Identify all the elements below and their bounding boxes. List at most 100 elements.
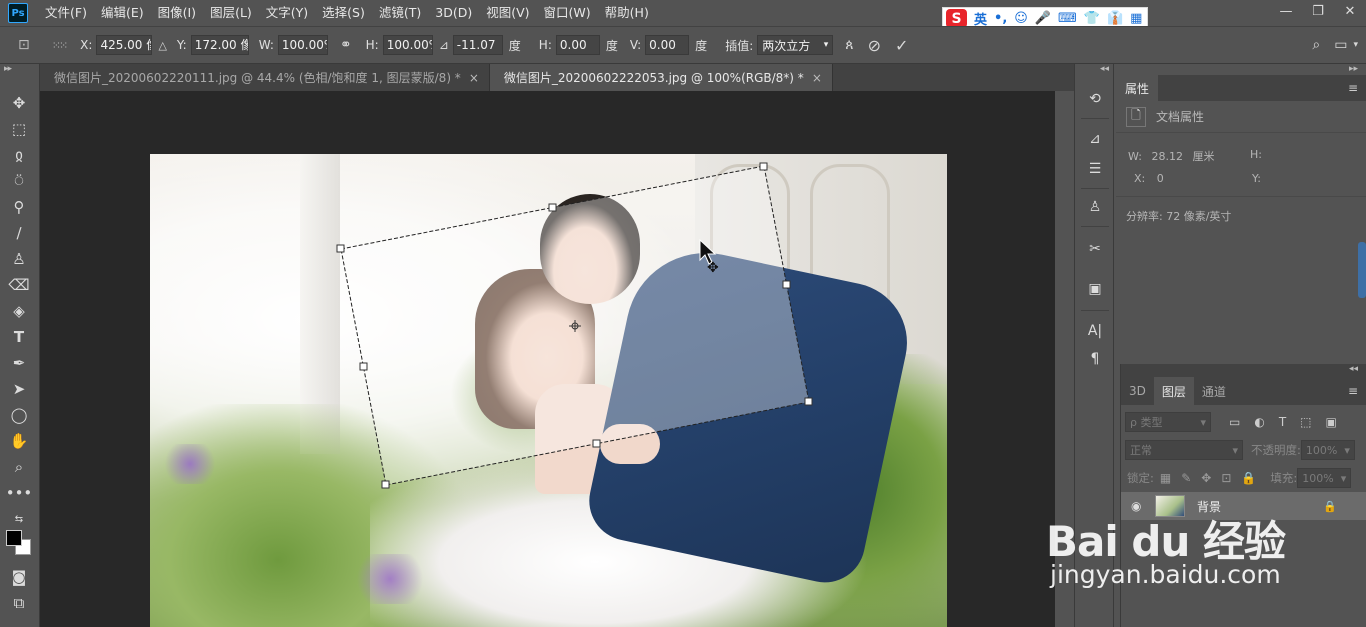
marquee-tool-icon[interactable]: ⬚	[8, 118, 30, 140]
swap-colors-icon[interactable]: ⇆	[8, 508, 30, 530]
minimize-button[interactable]: —	[1270, 0, 1302, 22]
cancel-transform-icon[interactable]: ⊘	[868, 36, 881, 55]
tab-layers[interactable]: 图层	[1153, 377, 1194, 405]
type-tool-icon[interactable]: T	[8, 326, 30, 348]
menu-help[interactable]: 帮助(H)	[598, 0, 656, 26]
transform-handle-bottom[interactable]	[592, 439, 601, 448]
lock-all-icon[interactable]: 🔒	[1241, 471, 1256, 485]
quick-mask-icon[interactable]: ◙	[8, 566, 30, 588]
blend-mode-select[interactable]: 正常 ▾	[1125, 440, 1243, 460]
restore-button[interactable]: ❐	[1302, 0, 1334, 22]
lock-transparent-icon[interactable]: ▦	[1160, 471, 1171, 485]
menu-window[interactable]: 窗口(W)	[537, 0, 598, 26]
shape-filter-icon[interactable]: ⬚	[1300, 415, 1311, 429]
scrollbar[interactable]	[1358, 242, 1366, 298]
menu-layer[interactable]: 图层(L)	[203, 0, 259, 26]
x-input[interactable]: 425.00 像素	[96, 35, 153, 55]
foreground-color-swatch[interactable]	[6, 530, 22, 546]
panel-menu-icon[interactable]: ≡	[1348, 384, 1358, 398]
panel-menu-icon[interactable]: ≡	[1348, 81, 1358, 95]
tool-presets-icon[interactable]: ✂	[1084, 238, 1106, 260]
skin-icon[interactable]: 👕	[1084, 11, 1100, 26]
close-icon[interactable]: ×	[469, 71, 479, 85]
expand-arrows-icon[interactable]: ◂◂	[1100, 64, 1109, 74]
lock-artboard-icon[interactable]: ⊡	[1221, 471, 1231, 485]
quick-selection-tool-icon[interactable]: ⍥	[8, 170, 30, 192]
menu-filter[interactable]: 滤镜(T)	[372, 0, 428, 26]
move-tool-icon[interactable]: ✥	[8, 92, 30, 114]
collapse-arrows-icon[interactable]: ▸▸	[4, 64, 12, 74]
tab-properties[interactable]: 属性	[1116, 75, 1159, 101]
transform-handle-bl[interactable]	[381, 480, 390, 489]
warp-icon[interactable]: ጰ	[845, 37, 853, 53]
y-input[interactable]: 172.00 像素	[190, 35, 249, 55]
link-icon[interactable]: ⚭	[340, 37, 352, 53]
zoom-tool-icon[interactable]: ⌕	[8, 456, 30, 478]
tab-channels[interactable]: 通道	[1194, 377, 1234, 405]
toolbox-icon[interactable]: ▦	[1130, 11, 1142, 26]
menu-3d[interactable]: 3D(D)	[428, 0, 479, 26]
tab-document-2[interactable]: 微信图片_20200602222053.jpg @ 100%(RGB/8*) *…	[489, 64, 833, 91]
history-icon[interactable]: ⟲	[1084, 88, 1106, 110]
workspace-icon[interactable]: ▭	[1334, 37, 1347, 53]
menu-file[interactable]: 文件(F)	[38, 0, 94, 26]
adjust-brush-icon[interactable]: ☰	[1084, 158, 1106, 180]
brush-tool-icon[interactable]: ∕	[8, 222, 30, 244]
emoji-icon[interactable]: ☺	[1014, 11, 1028, 26]
paint-bucket-tool-icon[interactable]: ◈	[8, 300, 30, 322]
stamp-tool-icon[interactable]: ♙	[8, 248, 30, 270]
shirt-icon[interactable]: 👔	[1107, 11, 1123, 26]
document-photo[interactable]: ✥	[150, 154, 947, 627]
pen-tool-icon[interactable]: ✒	[8, 352, 30, 374]
pixel-filter-icon[interactable]: ▭	[1229, 415, 1240, 429]
paragraph-icon[interactable]: ¶	[1084, 348, 1106, 370]
photoshop-logo[interactable]: Ps	[8, 3, 28, 23]
close-icon[interactable]: ×	[812, 71, 822, 85]
ellipse-tool-icon[interactable]: ◯	[8, 404, 30, 426]
layer-item-background[interactable]: ◉ 背景 🔒	[1121, 492, 1366, 520]
keyboard-icon[interactable]: ⌨	[1058, 11, 1077, 26]
angle-input[interactable]: -11.07	[452, 35, 503, 55]
lock-position-icon[interactable]: ✥	[1201, 471, 1211, 485]
menu-edit[interactable]: 编辑(E)	[94, 0, 151, 26]
visibility-eye-icon[interactable]: ◉	[1131, 499, 1141, 513]
info-icon[interactable]: ▣	[1084, 278, 1106, 300]
lock-paint-icon[interactable]: ✎	[1181, 471, 1191, 485]
collapse-arrows-icon[interactable]: ◂◂	[1349, 364, 1358, 374]
tab-document-1[interactable]: 微信图片_20200602220111.jpg @ 44.4% (色相/饱和度 …	[40, 64, 490, 91]
menu-view[interactable]: 视图(V)	[479, 0, 536, 26]
smart-filter-icon[interactable]: ▣	[1326, 415, 1337, 429]
delta-icon[interactable]: △	[158, 39, 166, 52]
eraser-tool-icon[interactable]: ⌫	[8, 274, 30, 296]
commit-transform-icon[interactable]: ✓	[895, 36, 908, 55]
transform-tool-icon[interactable]: ⊡	[18, 37, 30, 53]
tab-3d[interactable]: 3D	[1121, 377, 1154, 405]
menu-type[interactable]: 文字(Y)	[259, 0, 315, 26]
transform-handle-br[interactable]	[804, 397, 813, 406]
transform-handle-tl[interactable]	[336, 244, 345, 253]
more-tools-icon[interactable]: •••	[6, 482, 33, 504]
transform-handle-left[interactable]	[359, 362, 368, 371]
opacity-input[interactable]: 100% ▾	[1300, 440, 1355, 460]
brush-presets-icon[interactable]: ⊿	[1084, 128, 1106, 150]
menu-image[interactable]: 图像(I)	[151, 0, 203, 26]
vskew-input[interactable]: 0.00	[645, 35, 690, 55]
clone-source-icon[interactable]: ♙	[1084, 196, 1106, 218]
punctuation-icon[interactable]: •,	[994, 11, 1007, 26]
free-transform-box[interactable]: ✥	[150, 154, 947, 627]
reference-point-icon[interactable]: ⁙⁙	[52, 39, 69, 52]
collapse-arrows-icon[interactable]: ▸▸	[1349, 64, 1358, 74]
hskew-input[interactable]: 0.00	[555, 35, 600, 55]
width-input[interactable]: 100.00%	[277, 35, 328, 55]
adjustment-filter-icon[interactable]: ◐	[1254, 415, 1264, 429]
search-icon[interactable]: ⌕	[1312, 37, 1320, 53]
eyedropper-tool-icon[interactable]: ⚲	[8, 196, 30, 218]
type-filter-icon[interactable]: T	[1279, 415, 1286, 429]
interpolation-select[interactable]: 两次立方 ▾	[757, 35, 834, 55]
layer-filter-select[interactable]: ρ 类型 ▾	[1125, 412, 1211, 432]
transform-handle-tr[interactable]	[759, 162, 768, 171]
workspace-chevron-icon[interactable]: ▾	[1353, 40, 1358, 50]
transform-handle-right[interactable]	[782, 280, 791, 289]
canvas-area[interactable]: ✥	[40, 91, 1055, 627]
screen-mode-icon[interactable]: ⧉	[8, 592, 30, 614]
